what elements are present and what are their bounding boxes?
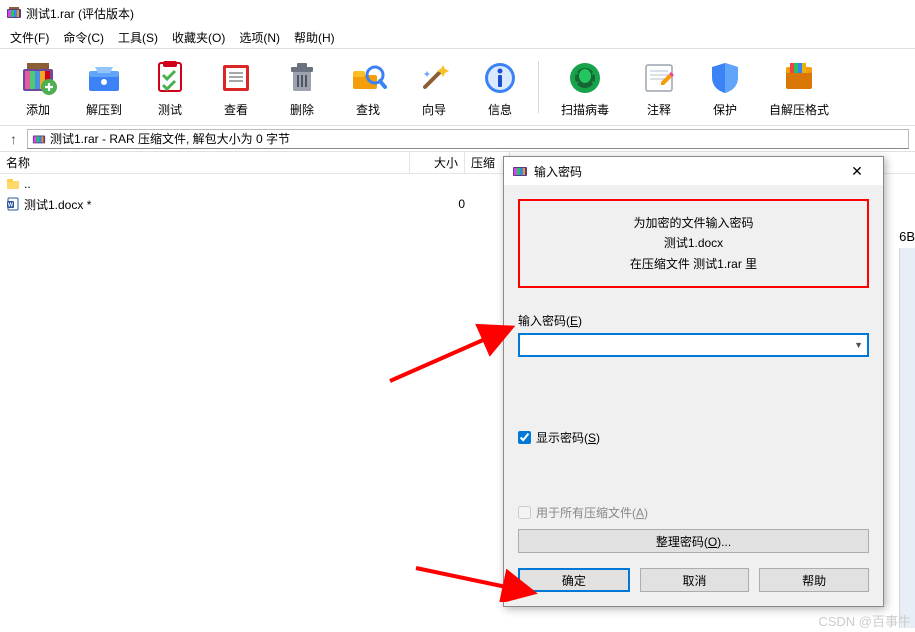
column-size[interactable]: 大小 xyxy=(410,152,465,173)
path-text: 测试1.rar - RAR 压缩文件, 解包大小为 0 字节 xyxy=(50,130,290,147)
show-password-checkbox[interactable]: 显示密码(S) xyxy=(518,429,869,446)
column-name[interactable]: 名称 xyxy=(0,152,410,173)
menu-command[interactable]: 命令(C) xyxy=(57,27,110,48)
toolbar-view[interactable]: 查看 xyxy=(204,52,268,122)
scrollbar-style-panel xyxy=(899,248,915,628)
dialog-button-row: 确定 取消 帮助 xyxy=(518,568,869,592)
organize-passwords-button[interactable]: 整理密码(O)... xyxy=(518,529,869,553)
window-title: 测试1.rar (评估版本) xyxy=(26,5,134,22)
menu-favorites[interactable]: 收藏夹(O) xyxy=(166,27,231,48)
all-files-checkbox: 用于所有压缩文件(A) xyxy=(518,504,869,521)
toolbar-protect[interactable]: 保护 xyxy=(693,52,757,122)
comment-icon xyxy=(638,57,680,99)
toolbar-sfx[interactable]: 自解压格式 xyxy=(759,52,839,122)
folder-icon xyxy=(6,177,20,191)
app-icon xyxy=(6,5,22,21)
password-dialog: 输入密码 ✕ 为加密的文件输入密码 测试1.docx 在压缩文件 测试1.rar… xyxy=(503,156,884,607)
menu-file[interactable]: 文件(F) xyxy=(4,27,55,48)
menu-options[interactable]: 选项(N) xyxy=(233,27,286,48)
toolbar-wizard[interactable]: 向导 xyxy=(402,52,466,122)
ok-button[interactable]: 确定 xyxy=(518,568,630,592)
toolbar-comment[interactable]: 注释 xyxy=(627,52,691,122)
pathbar: ↑ 测试1.rar - RAR 压缩文件, 解包大小为 0 字节 xyxy=(0,126,915,152)
menu-help[interactable]: 帮助(H) xyxy=(288,27,341,48)
password-input[interactable] xyxy=(518,333,869,357)
dialog-title: 输入密码 xyxy=(534,163,833,180)
window-titlebar: 测试1.rar (评估版本) xyxy=(0,0,915,26)
extract-icon xyxy=(83,57,125,99)
svg-text:W: W xyxy=(8,203,14,209)
dialog-titlebar: 输入密码 ✕ xyxy=(504,157,883,185)
delete-icon xyxy=(281,57,323,99)
dialog-close-button[interactable]: ✕ xyxy=(839,160,875,182)
add-icon xyxy=(17,57,59,99)
wizard-icon xyxy=(413,57,455,99)
path-box[interactable]: 测试1.rar - RAR 压缩文件, 解包大小为 0 字节 xyxy=(27,129,909,149)
scan-icon xyxy=(564,57,606,99)
dialog-message-box: 为加密的文件输入密码 测试1.docx 在压缩文件 测试1.rar 里 xyxy=(518,199,869,288)
right-size-label: 6B xyxy=(899,229,915,244)
dialog-body: 为加密的文件输入密码 测试1.docx 在压缩文件 测试1.rar 里 输入密码… xyxy=(504,185,883,567)
password-label: 输入密码(E) xyxy=(518,312,869,329)
toolbar-info[interactable]: 信息 xyxy=(468,52,532,122)
test-icon xyxy=(149,57,191,99)
toolbar-extract[interactable]: 解压到 xyxy=(72,52,136,122)
sfx-icon xyxy=(778,57,820,99)
toolbar-test[interactable]: 测试 xyxy=(138,52,202,122)
toolbar-scan[interactable]: 扫描病毒 xyxy=(545,52,625,122)
watermark: CSDN @百事牛 xyxy=(818,611,911,630)
archive-icon xyxy=(32,132,46,146)
find-icon xyxy=(347,57,389,99)
toolbar-find[interactable]: 查找 xyxy=(336,52,400,122)
protect-icon xyxy=(704,57,746,99)
menubar: 文件(F) 命令(C) 工具(S) 收藏夹(O) 选项(N) 帮助(H) xyxy=(0,26,915,48)
help-button[interactable]: 帮助 xyxy=(759,568,869,592)
toolbar-separator xyxy=(538,61,539,113)
menu-tools[interactable]: 工具(S) xyxy=(112,27,164,48)
up-button[interactable]: ↑ xyxy=(6,131,21,147)
cancel-button[interactable]: 取消 xyxy=(640,568,750,592)
dialog-icon xyxy=(512,163,528,179)
info-icon xyxy=(479,57,521,99)
toolbar-add[interactable]: 添加 xyxy=(6,52,70,122)
view-icon xyxy=(215,57,257,99)
toolbar-delete[interactable]: 删除 xyxy=(270,52,334,122)
docx-icon: W xyxy=(6,197,20,211)
toolbar: 添加 解压到 测试 查看 删除 查找 向导 信息 扫描病毒 注释 保护 xyxy=(0,48,915,126)
